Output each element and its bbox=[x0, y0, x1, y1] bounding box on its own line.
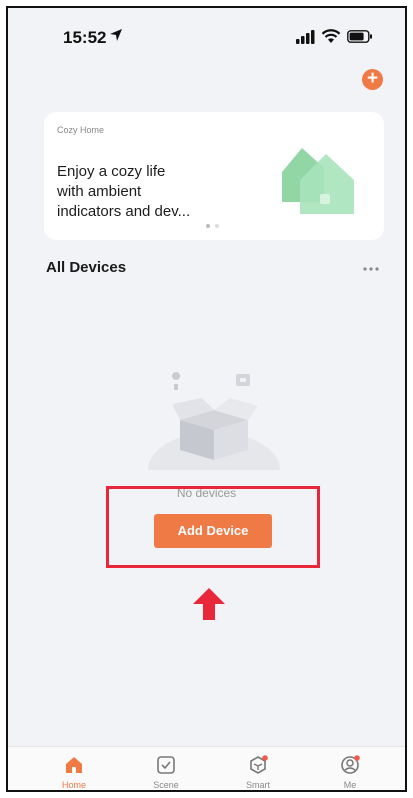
tab-label: Smart bbox=[245, 780, 270, 790]
battery-icon bbox=[347, 30, 372, 43]
tab-home[interactable]: Home bbox=[34, 747, 114, 790]
cellular-signal-icon bbox=[296, 30, 315, 44]
tab-scene[interactable]: Scene bbox=[126, 747, 206, 790]
location-arrow-icon bbox=[110, 29, 122, 41]
banner-text: Enjoy a cozy life with ambient indicator… bbox=[57, 162, 227, 222]
tab-label: Home bbox=[61, 780, 86, 790]
red-up-arrow-icon bbox=[193, 588, 225, 620]
all-devices-title: All Devices bbox=[46, 259, 127, 276]
tab-me[interactable]: Me bbox=[310, 747, 390, 790]
cube-icon bbox=[250, 755, 268, 774]
banner-line: Enjoy a cozy life bbox=[57, 163, 166, 180]
banner-line: indicators and dev... bbox=[57, 203, 191, 220]
carousel-dots bbox=[206, 224, 226, 230]
status-time: 15:52 bbox=[63, 28, 107, 47]
house-illustration-icon bbox=[282, 148, 354, 214]
banner-small-title: Cozy Home bbox=[57, 125, 105, 135]
carousel-dot bbox=[215, 224, 219, 228]
tab-smart[interactable]: Smart bbox=[218, 747, 298, 790]
highlight-annotation-box bbox=[106, 486, 320, 568]
bottom-tab-bar: Home Scene Smart Me bbox=[8, 746, 405, 790]
profile-icon bbox=[341, 755, 360, 774]
carousel-dot bbox=[206, 224, 210, 228]
wifi-icon bbox=[321, 29, 341, 43]
checkbox-icon bbox=[157, 756, 175, 774]
more-options-icon[interactable] bbox=[362, 266, 380, 272]
tab-label: Me bbox=[343, 780, 357, 790]
empty-box-illustration-icon bbox=[148, 372, 280, 470]
banner-line: with ambient bbox=[57, 183, 142, 200]
add-button[interactable]: + bbox=[362, 69, 383, 90]
app-screen: 15:52 + Cozy Home Enjoy a cozy life with… bbox=[6, 6, 407, 792]
tab-label: Scene bbox=[153, 780, 179, 790]
cozy-home-banner[interactable]: Cozy Home Enjoy a cozy life with ambient… bbox=[44, 112, 384, 240]
home-icon bbox=[66, 757, 82, 773]
status-bar: 15:52 bbox=[8, 8, 405, 58]
